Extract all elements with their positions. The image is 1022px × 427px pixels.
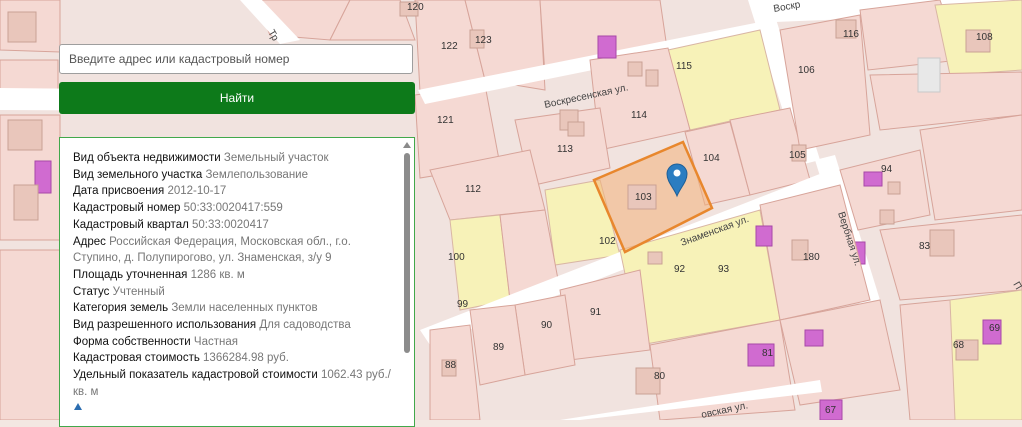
info-rows: Вид объекта недвижимости Земельный участ… [73, 150, 393, 401]
info-row-unit-value: Удельный показатель кадастровой стоимост… [73, 369, 391, 398]
svg-text:121: 121 [437, 115, 454, 126]
svg-text:83: 83 [919, 241, 931, 252]
svg-text:94: 94 [881, 164, 893, 175]
svg-text:116: 116 [843, 29, 859, 40]
svg-text:80: 80 [654, 371, 666, 382]
info-row-status: Статус Учтенный [73, 285, 165, 298]
svg-text:180: 180 [803, 252, 820, 263]
info-row-permitted-use: Вид разрешенного использования Для садов… [73, 319, 351, 332]
info-row-cadastral-quarter: Кадастровый квартал 50:33:0020417 [73, 218, 269, 231]
collapse-up-icon[interactable] [74, 403, 82, 410]
search-input[interactable] [59, 44, 413, 74]
svg-text:100: 100 [448, 252, 465, 263]
svg-text:122: 122 [441, 41, 458, 52]
svg-text:93: 93 [718, 264, 730, 275]
scrollbar-thumb[interactable] [404, 153, 410, 353]
svg-text:69: 69 [989, 323, 1001, 334]
info-row-date: Дата присвоения 2012-10-17 [73, 185, 227, 198]
svg-text:112: 112 [465, 184, 481, 195]
info-row-area: Площадь уточненная 1286 кв. м [73, 268, 245, 281]
svg-text:106: 106 [798, 65, 815, 76]
svg-text:92: 92 [674, 264, 686, 275]
svg-text:115: 115 [676, 61, 692, 72]
svg-text:91: 91 [590, 307, 602, 318]
svg-text:123: 123 [475, 35, 492, 46]
info-row-ownership: Форма собственности Частная [73, 335, 238, 348]
svg-text:90: 90 [541, 320, 553, 331]
svg-text:114: 114 [631, 110, 647, 121]
svg-text:88: 88 [445, 360, 457, 371]
svg-text:99: 99 [457, 299, 469, 310]
info-row-land-category: Категория земель Земли населенных пункто… [73, 302, 318, 315]
info-row-cadastral-value: Кадастровая стоимость 1366284.98 руб. [73, 352, 289, 365]
info-row-object-type: Вид объекта недвижимости Земельный участ… [73, 152, 329, 164]
info-row-land-type: Вид земельного участка Землепользование [73, 168, 308, 181]
info-row-address: Адрес Российская Федерация, Московская о… [73, 235, 351, 265]
info-scrollbar[interactable] [403, 142, 411, 422]
find-button[interactable]: Найти [59, 82, 415, 114]
svg-text:102: 102 [599, 236, 616, 247]
svg-text:108: 108 [976, 32, 993, 43]
svg-text:120: 120 [407, 2, 424, 13]
svg-text:81: 81 [762, 348, 774, 359]
svg-text:104: 104 [703, 153, 720, 164]
scroll-up-arrow-icon[interactable] [403, 142, 411, 148]
svg-text:68: 68 [953, 340, 965, 351]
svg-text:67: 67 [825, 405, 837, 416]
svg-text:105: 105 [789, 150, 806, 161]
svg-text:89: 89 [493, 342, 505, 353]
info-panel[interactable]: Вид объекта недвижимости Земельный участ… [59, 137, 415, 427]
svg-text:103: 103 [635, 192, 652, 203]
svg-text:113: 113 [557, 144, 573, 155]
info-row-cadastral-number: Кадастровый номер 50:33:0020417:559 [73, 202, 283, 215]
